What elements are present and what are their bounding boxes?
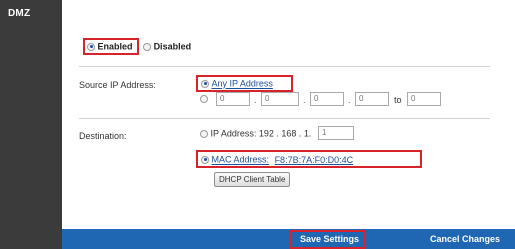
enabled-label: Enabled bbox=[97, 41, 133, 52]
sidebar: DMZ bbox=[0, 0, 62, 249]
dest-ip-last-octet[interactable]: 1 bbox=[318, 126, 354, 140]
mac-radio[interactable] bbox=[201, 155, 209, 164]
save-settings-button[interactable]: Save Settings bbox=[300, 234, 359, 244]
section-divider bbox=[79, 66, 490, 67]
mac-value: F8:7B:7A:F0:D0:4C bbox=[274, 154, 354, 165]
octet-dot-1: . bbox=[254, 95, 257, 105]
range-octet-4[interactable]: 0 bbox=[355, 92, 389, 106]
sidebar-title: DMZ bbox=[8, 8, 31, 19]
mac-label: MAC Address: bbox=[211, 154, 270, 165]
dhcp-client-table-button[interactable]: DHCP Client Table bbox=[214, 172, 291, 187]
disabled-label: Disabled bbox=[153, 41, 192, 52]
cancel-changes-button[interactable]: Cancel Changes bbox=[430, 234, 500, 244]
range-octet-2[interactable]: 0 bbox=[261, 92, 299, 106]
mac-option: MAC Address: F8:7B:7A:F0:D0:4C bbox=[201, 154, 353, 165]
source-ip-label: Source IP Address: bbox=[79, 80, 156, 90]
range-to-label: to bbox=[394, 95, 402, 105]
octet-dot-3: . bbox=[348, 95, 351, 105]
range-octet-1[interactable]: 0 bbox=[216, 92, 250, 106]
octet-dot-2: . bbox=[303, 95, 306, 105]
dmz-toggle-group: Enabled Disabled bbox=[87, 41, 191, 52]
dest-ip-option: IP Address: 192 . 168 . 1. bbox=[200, 128, 311, 139]
section-divider-2 bbox=[79, 118, 490, 119]
ip-range-radio[interactable] bbox=[200, 95, 208, 103]
dest-ip-radio[interactable] bbox=[200, 129, 208, 138]
any-ip-radio[interactable] bbox=[201, 79, 209, 88]
any-ip-label: Any IP Address bbox=[211, 78, 273, 89]
disabled-radio[interactable] bbox=[143, 42, 152, 51]
any-ip-option: Any IP Address bbox=[201, 78, 273, 89]
dest-ip-label: IP Address: 192 . 168 . 1. bbox=[210, 128, 312, 139]
enabled-radio[interactable] bbox=[87, 42, 95, 51]
action-bar: Save Settings Cancel Changes bbox=[62, 229, 515, 249]
range-octet-3[interactable]: 0 bbox=[310, 92, 344, 106]
range-end-octet[interactable]: 0 bbox=[407, 92, 441, 106]
destination-label: Destination: bbox=[79, 131, 127, 141]
dmz-content: Enabled Disabled Source IP Address: Any … bbox=[62, 0, 515, 229]
